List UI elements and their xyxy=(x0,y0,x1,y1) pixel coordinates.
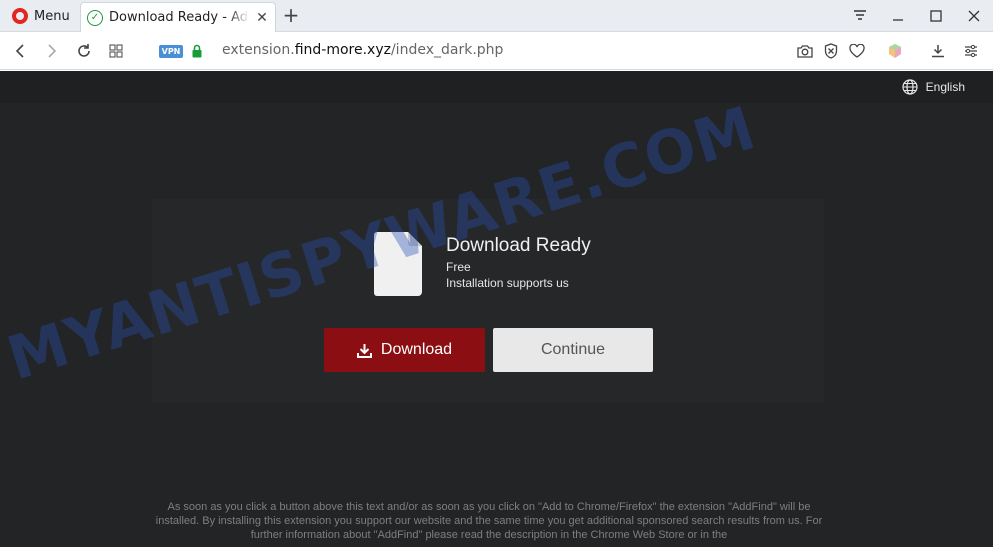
opera-logo-icon xyxy=(12,8,28,24)
continue-button[interactable]: Continue xyxy=(493,328,653,372)
disclaimer-text: As soon as you click a button above this… xyxy=(155,501,823,541)
extension-cube-icon[interactable] xyxy=(885,41,905,61)
vpn-badge[interactable]: VPN xyxy=(159,45,183,58)
url-field[interactable]: extension.find-more.xyz/index_dark.php xyxy=(222,42,503,58)
download-card: Download Ready Free Installation support… xyxy=(152,199,824,403)
download-button[interactable]: Download xyxy=(324,328,485,372)
installation-note: Installation supports us xyxy=(446,276,569,290)
download-arrow-icon xyxy=(356,343,372,358)
download-button-label: Download xyxy=(380,341,453,358)
url-prefix: extension. xyxy=(222,42,295,58)
close-tab-icon[interactable]: ✕ xyxy=(255,10,269,26)
language-selector[interactable]: English xyxy=(902,79,965,95)
tab-menu-icon[interactable] xyxy=(841,0,879,32)
minimize-button[interactable] xyxy=(879,0,917,32)
back-button[interactable] xyxy=(9,40,31,62)
camera-icon[interactable] xyxy=(795,41,815,61)
opera-menu-button[interactable]: Menu xyxy=(6,4,76,28)
globe-icon xyxy=(902,79,918,95)
url-path: /index_dark.php xyxy=(390,42,504,58)
file-icon xyxy=(374,232,422,296)
free-label: Free xyxy=(446,260,471,274)
heart-icon[interactable] xyxy=(847,41,867,61)
ad-block-icon[interactable] xyxy=(821,41,841,61)
address-bar: VPN extension.find-more.xyz/index_dark.p… xyxy=(0,32,993,70)
window-controls xyxy=(841,0,993,32)
continue-button-label: Continue xyxy=(540,341,606,358)
forward-button[interactable] xyxy=(41,40,63,62)
menu-label: Menu xyxy=(34,8,70,24)
tab-grid-icon[interactable] xyxy=(105,40,127,62)
tab-strip: Menu ✓ Download Ready - AddFind ✕ + xyxy=(0,0,993,32)
reload-button[interactable] xyxy=(73,40,95,62)
maximize-button[interactable] xyxy=(917,0,955,32)
page-header: English xyxy=(0,71,993,103)
easy-setup-icon[interactable] xyxy=(961,41,981,61)
url-host: find-more.xyz xyxy=(294,42,391,58)
download-ready-title: Download Ready xyxy=(446,235,591,256)
new-tab-button[interactable]: + xyxy=(282,4,300,26)
language-label: English xyxy=(925,80,965,94)
active-tab[interactable]: ✓ Download Ready - AddFind ✕ xyxy=(80,2,276,32)
web-page: English Download Ready Free Installation… xyxy=(0,71,993,547)
download-icon[interactable] xyxy=(928,41,948,61)
tab-title: Download Ready - AddFind xyxy=(109,10,249,25)
check-circle-icon: ✓ xyxy=(87,9,103,26)
lock-icon[interactable] xyxy=(192,43,202,58)
close-window-button[interactable] xyxy=(955,0,993,32)
